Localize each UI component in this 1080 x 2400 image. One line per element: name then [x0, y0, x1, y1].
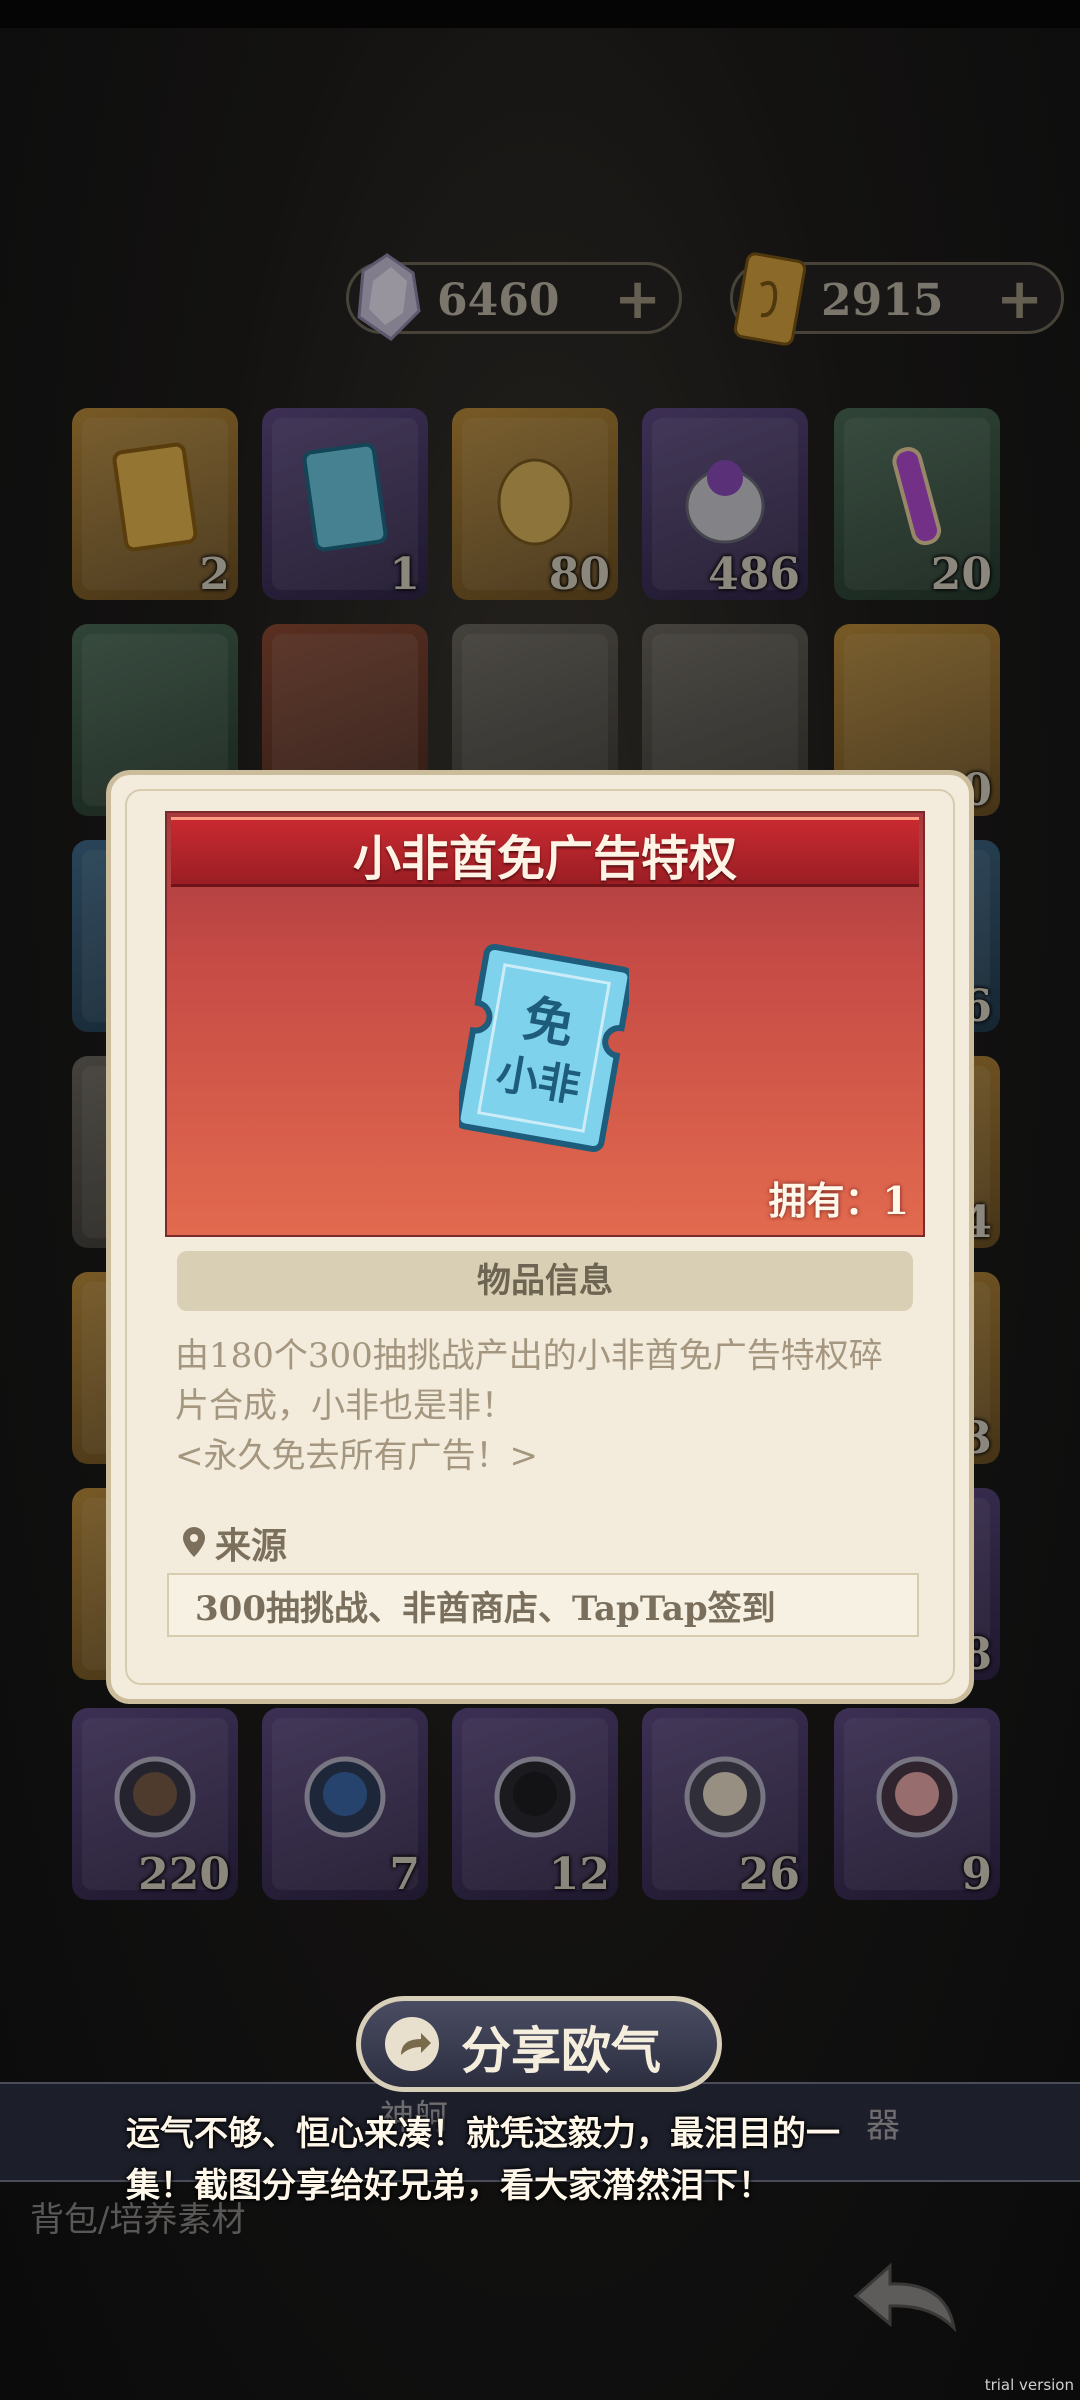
item-detail-dialog: 小非酋免广告特权 免 小非 拥有：1 物品信息 由180个300抽挑战产出的小非… — [106, 770, 974, 1704]
trial-watermark: trial version — [984, 2376, 1074, 2394]
description-line: 片合成，小非也是非！ — [175, 1386, 515, 1426]
item-title: 小非酋免广告特权 — [352, 831, 737, 887]
location-pin-icon — [183, 1527, 205, 1557]
free-ad-ticket-icon: 免 小非 — [459, 944, 629, 1152]
status-bar — [0, 0, 1080, 28]
ticket-label-mian: 免 — [519, 989, 578, 1056]
source-label: 来源 — [215, 1525, 288, 1567]
item-description: 由180个300抽挑战产出的小非酋免广告特权碎 片合成，小非也是非！ <永久免去… — [175, 1331, 915, 1481]
caption-line: 集！截图分享给好兄弟，看大家潸然泪下！ — [126, 2166, 772, 2206]
item-info-header: 物品信息 — [177, 1251, 913, 1311]
description-line: 由180个300抽挑战产出的小非酋免广告特权碎 — [175, 1336, 883, 1376]
share-arrow-icon — [385, 2017, 439, 2071]
description-line: <永久免去所有广告！> — [175, 1436, 538, 1476]
share-caption: 运气不够、恒心来凑！就凭这毅力，最泪目的一 集！截图分享给好兄弟，看大家潸然泪下… — [126, 2108, 926, 2212]
bag-breadcrumb: 背包/培养素材 — [30, 2200, 246, 2240]
source-value: 300抽挑战、非酋商店、TapTap签到 — [195, 1589, 776, 1629]
item-hero-panel: 小非酋免广告特权 免 小非 拥有：1 — [165, 811, 925, 1237]
share-luck-button[interactable]: 分享欧气 — [356, 1996, 722, 2092]
owned-count: 拥有：1 — [768, 1178, 909, 1223]
source-box: 300抽挑战、非酋商店、TapTap签到 — [167, 1573, 919, 1637]
share-label: 分享欧气 — [461, 2021, 661, 2080]
back-arrow-icon[interactable] — [850, 2256, 960, 2336]
caption-line: 运气不够、恒心来凑！就凭这毅力，最泪目的一 — [126, 2114, 840, 2154]
